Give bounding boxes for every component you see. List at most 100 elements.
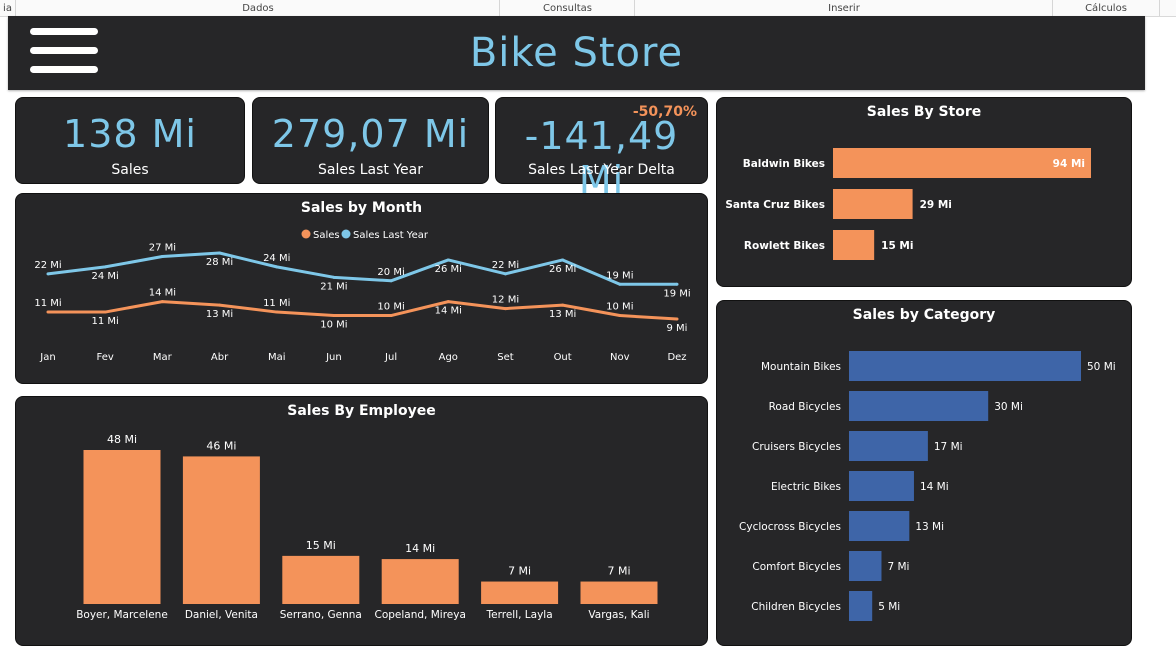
data-point [561, 258, 565, 262]
data-label: 27 Mi [149, 242, 176, 253]
sales-by-month-chart: Sales Sales Last Year 11 Mi 11 Mi 14 Mi 13 Mi… [34, 229, 691, 363]
top-menu-bar: ia Dados Consultas Inserir Cálculos [0, 0, 1176, 17]
x-tick-label: Vargas, Kali [588, 609, 649, 621]
bar [833, 230, 875, 260]
y-tick-label: Santa Cruz Bikes [725, 199, 825, 211]
bar [282, 555, 360, 604]
x-tick-label: Serrano, Genna [280, 609, 362, 621]
x-tick-label: Dez [667, 352, 686, 363]
bar [849, 551, 882, 581]
y-tick-label: Cyclocross Bicycles [739, 521, 841, 533]
x-tick-label: Boyer, Marcelene [76, 609, 168, 621]
data-point [103, 265, 107, 269]
data-point [503, 307, 507, 311]
kpi-card-sales-delta: -50,70% -141,49 Mi Sales Last Year Delta [495, 97, 708, 202]
data-point [446, 300, 450, 304]
data-point [561, 303, 565, 307]
data-point [275, 310, 279, 314]
bar [849, 431, 928, 461]
data-label: 13 Mi [206, 309, 233, 320]
data-point [218, 251, 222, 255]
data-label: 15 Mi [881, 240, 913, 252]
legend-marker-sales-last-year [341, 229, 351, 239]
data-label: 10 Mi [606, 302, 633, 313]
menu-tab-calculos[interactable]: Cálculos [1052, 0, 1160, 16]
bar [182, 456, 260, 604]
data-point [618, 282, 622, 286]
data-label: 7 Mi [887, 561, 909, 573]
y-tick-label: Mountain Bikes [761, 361, 841, 373]
menu-tab-dados[interactable]: Dados [15, 0, 500, 16]
data-label: 20 Mi [377, 267, 404, 278]
legend-marker-sales [301, 229, 311, 239]
data-label: 22 Mi [34, 260, 61, 271]
data-point [332, 275, 336, 279]
data-label: 13 Mi [549, 309, 576, 320]
data-label: 48 Mi [107, 433, 137, 446]
x-tick-label: Jan [39, 352, 55, 363]
kpi-value: -141,49 Mi [524, 114, 679, 202]
data-label: 10 Mi [320, 320, 347, 331]
data-label: 14 Mi [435, 306, 462, 317]
y-tick-label: Comfort Bicycles [752, 561, 841, 573]
sales-by-store-panel: Sales By Store Baldwin Bikes 94 Mi Santa C… [716, 97, 1132, 287]
data-label: 14 Mi [149, 288, 176, 299]
data-label: 29 Mi [920, 199, 952, 211]
data-point [503, 272, 507, 276]
bar [849, 471, 914, 501]
kpi-label: Sales Last Year [318, 162, 423, 178]
data-label: 22 Mi [492, 260, 519, 271]
dashboard-header: Bike Store [8, 16, 1145, 90]
y-tick-label: Children Bicycles [751, 601, 841, 613]
data-point [218, 303, 222, 307]
bar [481, 581, 559, 604]
sales-by-category-chart: Mountain Bikes 50 Mi Road Bicycles 30 Mi Cru… [739, 351, 1116, 621]
page-title: Bike Store [469, 30, 684, 76]
data-label: 24 Mi [263, 253, 290, 264]
data-label: 5 Mi [878, 601, 900, 613]
data-point [103, 310, 107, 314]
bar [83, 450, 161, 604]
bar [849, 351, 1081, 381]
data-point [46, 272, 50, 276]
kpi-value: 279,07 Mi [271, 112, 470, 156]
x-tick-label: Mai [268, 352, 286, 363]
bar [849, 591, 873, 621]
data-label: 11 Mi [263, 298, 290, 309]
x-tick-label: Fev [97, 352, 114, 363]
kpi-card-sales-last-year: 279,07 Mi Sales Last Year [252, 97, 489, 184]
x-tick-label: Set [497, 352, 514, 363]
bar [849, 511, 910, 541]
kpi-card-sales: 138 Mi Sales [15, 97, 245, 184]
sales-by-employee-chart: 48 Mi Boyer, Marcelene 46 Mi Daniel, Venita… [76, 433, 658, 621]
menu-tab-consultas[interactable]: Consultas [499, 0, 635, 16]
menu-tab[interactable]: ia [0, 0, 15, 16]
bar [833, 189, 913, 219]
sales-by-month-panel: Sales by Month Sales Sales Last Year 11 Mi… [15, 193, 708, 384]
data-point [160, 300, 164, 304]
y-tick-label: Electric Bikes [771, 481, 841, 493]
x-tick-label: Mar [153, 352, 173, 363]
data-label: 9 Mi [667, 323, 688, 334]
x-tick-label: Jul [384, 352, 397, 363]
data-point [275, 265, 279, 269]
data-label: 13 Mi [915, 521, 944, 533]
x-tick-label: Ago [439, 352, 458, 363]
data-label: 30 Mi [994, 401, 1023, 413]
menu-tab-inserir[interactable]: Inserir [634, 0, 1053, 16]
data-point [332, 314, 336, 318]
data-label: 11 Mi [92, 316, 119, 327]
data-point [46, 310, 50, 314]
data-point [675, 282, 679, 286]
y-tick-label: Baldwin Bikes [743, 158, 825, 170]
x-tick-label: Out [554, 352, 572, 363]
x-tick-label: Copeland, Mireya [374, 609, 465, 621]
sales-by-category-panel: Sales by Category Mountain Bikes 50 Mi Roa… [716, 300, 1132, 646]
data-label: 26 Mi [435, 264, 462, 275]
data-label: 7 Mi [607, 565, 630, 578]
data-point [446, 258, 450, 262]
x-tick-label: Terrell, Layla [486, 609, 553, 621]
data-label: 46 Mi [206, 439, 236, 452]
data-label: 14 Mi [405, 542, 435, 555]
kpi-label: Sales [111, 162, 149, 178]
